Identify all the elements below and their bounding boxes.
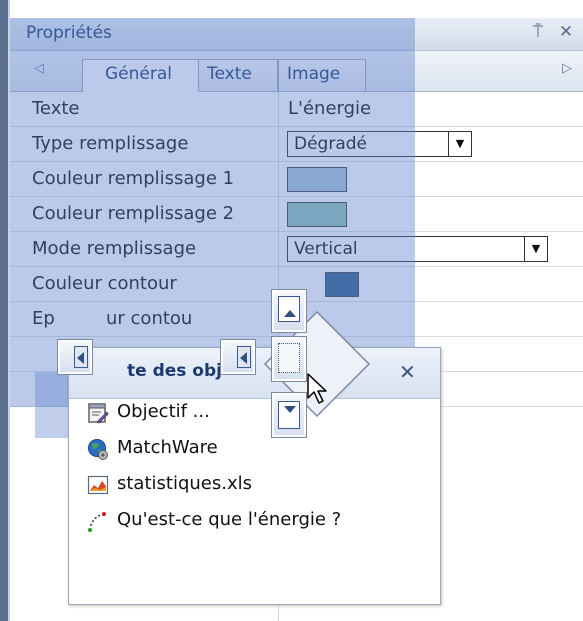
- close-icon[interactable]: ✕: [556, 22, 576, 44]
- path-icon: [88, 512, 106, 532]
- list-item-label: statistiques.xls: [117, 473, 252, 494]
- dock-center-guide[interactable]: [271, 336, 307, 382]
- dropdown-arrow-icon[interactable]: ▼: [448, 132, 471, 156]
- dropdown-arrow-icon[interactable]: ▼: [524, 237, 547, 261]
- arrow-down-icon: [284, 406, 296, 413]
- list-item-label: Qu'est-ce que l'énergie ?: [117, 509, 342, 530]
- app-window: Propriétés ⍑ ✕ ◁ Général Texte Image ▷ T…: [0, 0, 583, 621]
- pin-icon[interactable]: ⍑: [528, 22, 548, 44]
- arrow-up-icon: [284, 310, 296, 317]
- pane-left-border: [0, 0, 8, 621]
- dock-left-edge-guide[interactable]: [57, 339, 93, 375]
- list-item-label: Objectif ...: [117, 401, 210, 422]
- list-item-label: MatchWare: [117, 437, 218, 458]
- objective-icon: [88, 403, 109, 424]
- close-icon[interactable]: ✕: [399, 360, 416, 384]
- dock-top-guide[interactable]: [271, 289, 307, 333]
- dock-left-guide[interactable]: [220, 339, 256, 375]
- dock-target: [278, 343, 300, 373]
- objects-list-window[interactable]: te des obj ✕ Objectif ... MatchWare stat…: [68, 347, 441, 605]
- globe-icon: [88, 439, 108, 460]
- dock-bottom-guide[interactable]: [271, 392, 307, 438]
- arrow-left-icon: [240, 352, 247, 364]
- spreadsheet-icon: [87, 475, 109, 495]
- mouse-cursor-icon: [307, 373, 327, 404]
- scroll-right-icon[interactable]: ▷: [558, 61, 576, 81]
- arrow-left-icon: [77, 352, 84, 364]
- objects-list-title: te des obj: [127, 361, 222, 381]
